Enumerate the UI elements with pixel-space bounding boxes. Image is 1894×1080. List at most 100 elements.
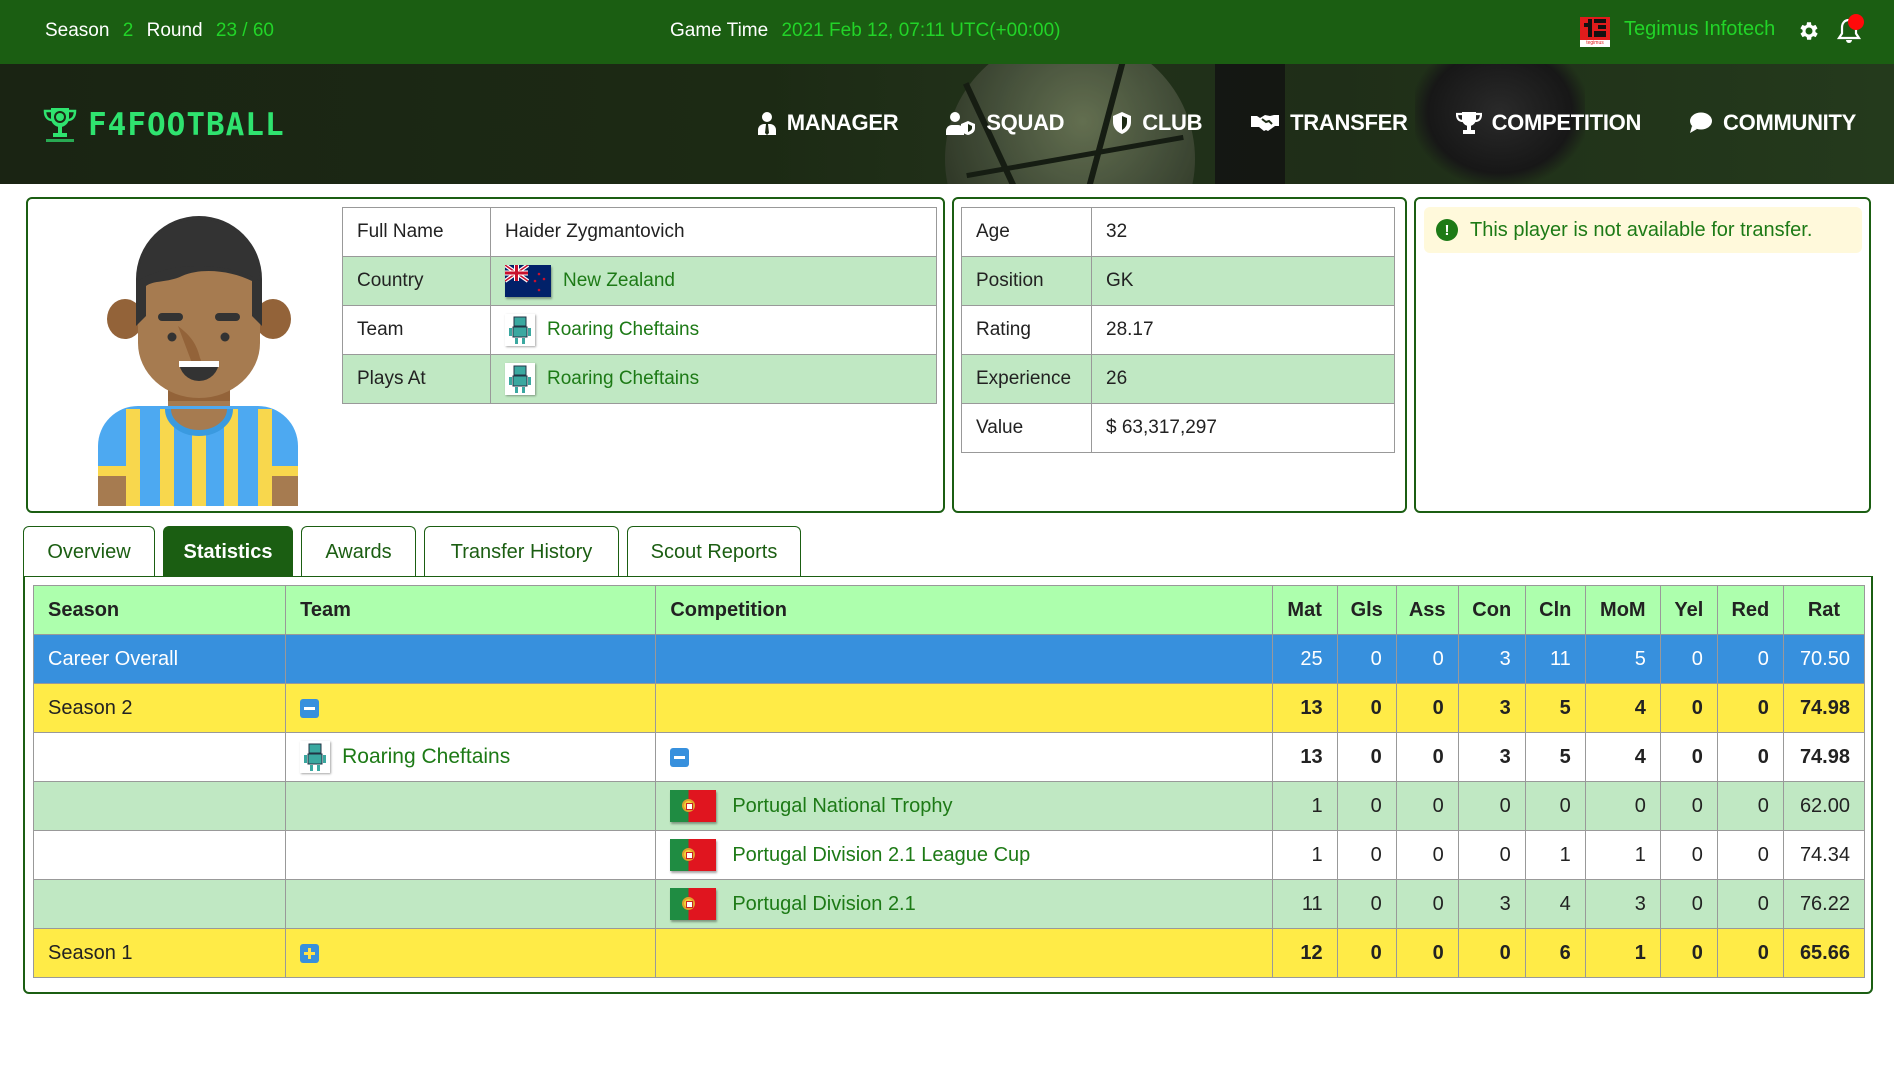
attr-value-value: $ 63,317,297 — [1091, 403, 1395, 453]
brand-logo[interactable]: F4FOOTBALL — [42, 106, 285, 144]
stat-red: 0 — [1716, 732, 1784, 782]
stat-gls: 0 — [1336, 781, 1397, 831]
tab-awards[interactable]: Awards — [301, 526, 416, 577]
stat-mat: 13 — [1271, 732, 1338, 782]
competition-link[interactable]: Portugal Division 2.1 League Cup — [732, 844, 1030, 867]
nav-transfer[interactable]: TRANSFER — [1250, 110, 1408, 136]
col-header-gls[interactable]: Gls — [1336, 585, 1397, 635]
nav-competition[interactable]: COMPETITION — [1455, 110, 1641, 136]
tab-statistics[interactable]: Statistics — [163, 526, 293, 577]
company-logo[interactable]: tegimus — [1580, 17, 1610, 47]
nav-transfer-label: TRANSFER — [1290, 110, 1408, 135]
col-header-ass[interactable]: Ass — [1395, 585, 1459, 635]
attr-row-position: Position GK — [961, 256, 1395, 306]
stat-rat: 74.98 — [1782, 683, 1866, 733]
nav-club-label: CLUB — [1142, 110, 1203, 135]
col-header-team[interactable]: Team — [285, 585, 657, 635]
stat-gls: 0 — [1336, 879, 1397, 929]
country-link[interactable]: New Zealand — [563, 270, 675, 292]
flag-portugal-icon — [670, 790, 717, 822]
gear-icon[interactable] — [1796, 19, 1820, 43]
attr-value-rating: 28.17 — [1091, 305, 1395, 355]
table-row-season: Season 2 13 0 0 3 5 4 0 0 74.98 — [32, 683, 1866, 733]
table-row-season: Season 1 12 0 0 0 6 1 0 0 65.66 — [32, 928, 1866, 978]
col-header-competition[interactable]: Competition — [655, 585, 1273, 635]
row-competition — [655, 928, 1273, 978]
col-header-mom[interactable]: MoM — [1584, 585, 1661, 635]
attr-row-experience: Experience 26 — [961, 354, 1395, 404]
team-link[interactable]: Roaring Cheftains — [342, 745, 510, 769]
row-team — [285, 928, 657, 978]
main-header: F4FOOTBALL MANAGER SQUAD CLUB TRANSFER C… — [0, 64, 1894, 184]
nav-squad[interactable]: SQUAD — [946, 110, 1065, 136]
stat-ass: 0 — [1395, 830, 1459, 880]
nav-manager[interactable]: MANAGER — [757, 110, 899, 136]
player-avatar — [98, 211, 298, 506]
col-header-cln[interactable]: Cln — [1524, 585, 1586, 635]
stat-rat: 70.50 — [1782, 634, 1866, 684]
company-name-link[interactable]: Tegimus Infotech — [1624, 18, 1775, 41]
row-competition: Portugal Division 2.1 League Cup — [655, 830, 1273, 880]
stat-red: 0 — [1716, 781, 1784, 831]
manager-icon — [757, 112, 776, 135]
main-nav: MANAGER SQUAD CLUB TRANSFER COMPETITION … — [709, 110, 1856, 136]
top-status-bar: Season 2 Round 23 / 60 Game Time 2021 Fe… — [0, 0, 1894, 64]
col-header-yel[interactable]: Yel — [1659, 585, 1718, 635]
stat-mom: 5 — [1584, 634, 1661, 684]
stat-yel: 0 — [1659, 830, 1718, 880]
info-row-plays-at: Plays At Roaring Cheftains — [342, 354, 937, 404]
attr-value-experience: 26 — [1091, 354, 1395, 404]
nav-club[interactable]: CLUB — [1112, 110, 1202, 136]
team-link[interactable]: Roaring Cheftains — [547, 319, 699, 341]
row-team — [285, 683, 657, 733]
stat-mom: 1 — [1584, 928, 1661, 978]
row-competition: Portugal Division 2.1 — [655, 879, 1273, 929]
collapse-icon[interactable] — [300, 698, 320, 718]
nav-squad-label: SQUAD — [986, 110, 1065, 135]
collapse-icon[interactable] — [670, 747, 690, 767]
stat-rat: 74.98 — [1782, 732, 1866, 782]
row-team: Roaring Cheftains — [285, 732, 657, 782]
row-season — [32, 830, 287, 880]
col-header-red[interactable]: Red — [1716, 585, 1784, 635]
row-competition — [655, 732, 1273, 782]
info-row-full-name: Full Name Haider Zygmantovich — [342, 207, 937, 257]
stat-con: 0 — [1457, 928, 1526, 978]
competition-link[interactable]: Portugal Division 2.1 — [732, 893, 915, 916]
attr-row-value: Value $ 63,317,297 — [961, 403, 1395, 453]
col-header-mat[interactable]: Mat — [1271, 585, 1338, 635]
stat-con: 3 — [1457, 683, 1526, 733]
team-badge-icon — [300, 741, 331, 773]
expand-icon[interactable] — [300, 943, 320, 963]
table-row-competition: Portugal Division 2.1 11 0 0 3 4 3 0 0 7… — [32, 879, 1866, 929]
row-team — [285, 879, 657, 929]
stat-yel: 0 — [1659, 879, 1718, 929]
row-team — [285, 781, 657, 831]
transfer-alert: ! This player is not available for trans… — [1424, 207, 1862, 253]
flag-new-zealand-icon — [505, 265, 551, 297]
tab-scout-reports[interactable]: Scout Reports — [627, 526, 801, 577]
competition-link[interactable]: Portugal National Trophy — [732, 795, 952, 818]
tab-overview[interactable]: Overview — [23, 526, 155, 577]
round-value: 23 / 60 — [215, 20, 274, 41]
stat-ass: 0 — [1395, 683, 1459, 733]
col-header-rat[interactable]: Rat — [1782, 585, 1866, 635]
stat-yel: 0 — [1659, 732, 1718, 782]
row-season: Season 2 — [32, 683, 287, 733]
col-header-con[interactable]: Con — [1457, 585, 1526, 635]
stat-mom: 4 — [1584, 732, 1661, 782]
col-header-season[interactable]: Season — [32, 585, 287, 635]
stat-cln: 5 — [1524, 683, 1586, 733]
plays-at-link[interactable]: Roaring Cheftains — [547, 368, 699, 390]
team-badge-icon — [505, 314, 535, 346]
player-info-table: Full Name Haider Zygmantovich Country Ne… — [342, 207, 937, 404]
stat-yel: 0 — [1659, 683, 1718, 733]
row-season — [32, 781, 287, 831]
nav-community[interactable]: COMMUNITY — [1689, 110, 1856, 136]
stat-cln: 1 — [1524, 830, 1586, 880]
stat-cln: 5 — [1524, 732, 1586, 782]
tab-transfer-history[interactable]: Transfer History — [424, 526, 619, 577]
attr-label: Rating — [961, 305, 1092, 355]
player-identity-panel: Full Name Haider Zygmantovich Country Ne… — [26, 197, 945, 513]
row-season: Season 1 — [32, 928, 287, 978]
